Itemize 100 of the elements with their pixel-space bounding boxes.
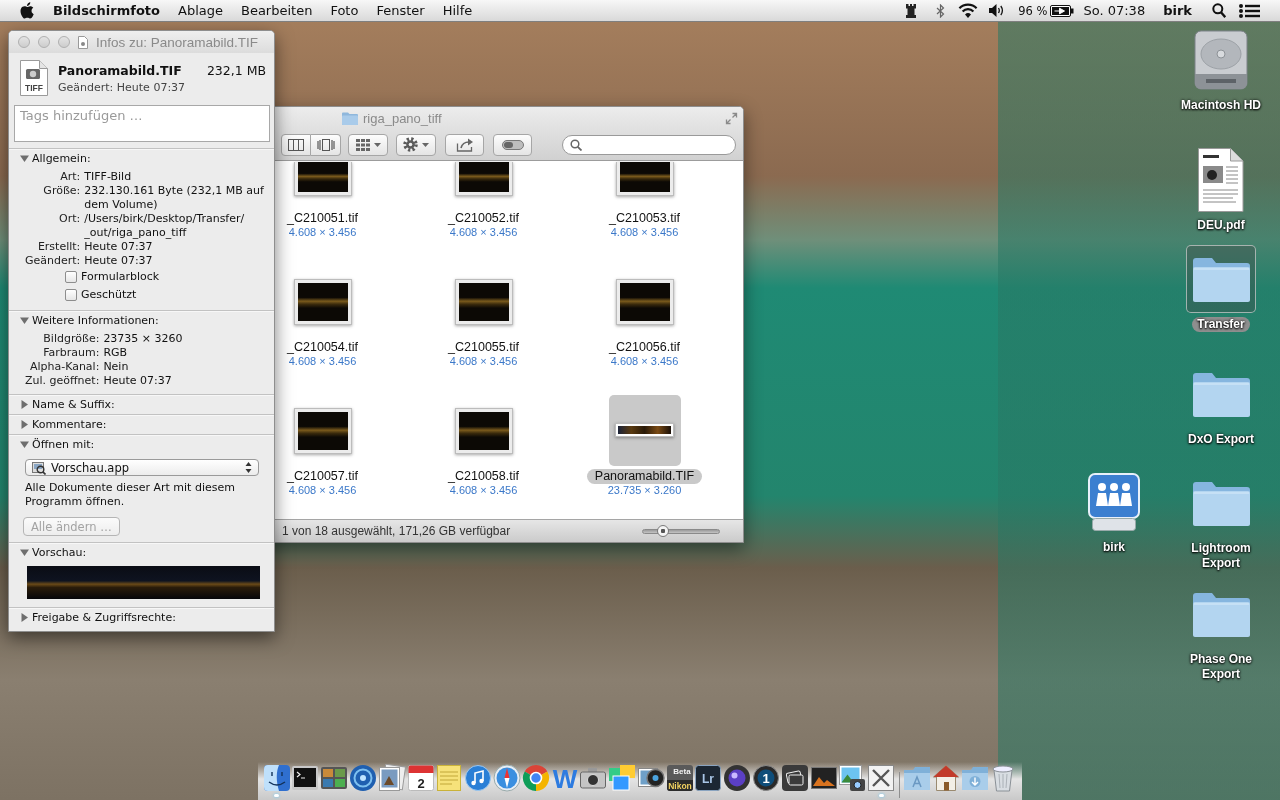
search-field[interactable] (562, 134, 736, 155)
slider-thumb[interactable] (656, 524, 669, 537)
action-button[interactable] (396, 133, 436, 156)
file-name[interactable]: _C210054.tif (279, 340, 366, 355)
photo-stack-icon[interactable] (377, 764, 406, 792)
list-icon[interactable] (1239, 3, 1260, 18)
cover-flow-button[interactable] (311, 133, 341, 156)
section-title[interactable]: Name & Suffix: (32, 398, 115, 411)
number-disc-icon[interactable]: 1 (752, 764, 781, 792)
icon-label[interactable]: DEU.pdf (1192, 218, 1250, 233)
checkbox[interactable] (65, 289, 77, 301)
checkbox-label[interactable]: Formularblock (81, 270, 160, 284)
icon-size-slider[interactable] (642, 528, 720, 534)
app-menu[interactable]: Bildschirmfoto (44, 0, 169, 21)
compass-icon[interactable] (492, 764, 521, 792)
file-name[interactable]: _C210052.tif (440, 211, 527, 226)
tags-field[interactable]: Tags hinzufügen … (14, 105, 270, 142)
photo-thumbnail[interactable] (454, 162, 513, 196)
menu-item[interactable]: Ablage (169, 0, 232, 21)
icon-label[interactable]: birk (1098, 540, 1130, 555)
ring-disc-icon[interactable] (348, 764, 377, 792)
terminal-icon[interactable] (291, 764, 320, 792)
arrange-button[interactable] (348, 133, 388, 156)
lens-icon[interactable] (723, 764, 752, 792)
photo-thumbnail[interactable] (454, 408, 513, 454)
battery-percentage[interactable]: 96 % (1018, 3, 1048, 18)
icon-label[interactable]: Lightroom Export (1173, 541, 1269, 571)
disclosure-triangle-icon[interactable] (20, 613, 29, 622)
apps-folder-icon[interactable] (903, 764, 932, 792)
section-title[interactable]: Kommentare: (32, 418, 107, 431)
photo-camera-icon[interactable] (838, 764, 867, 792)
section-title[interactable]: Allgemein: (32, 152, 91, 165)
menu-item[interactable]: Fenster (367, 0, 434, 21)
people-icon[interactable] (1088, 473, 1140, 531)
face-tile-icon[interactable] (262, 764, 291, 792)
file-name[interactable]: _C210057.tif (279, 469, 366, 484)
photo-thumbnail[interactable] (615, 162, 674, 196)
updown-arrows-icon (245, 462, 252, 473)
search-icon[interactable] (1212, 3, 1226, 18)
letter-tile-icon[interactable]: Lr (694, 764, 723, 792)
file-name[interactable]: _C210053.tif (601, 211, 688, 226)
checkbox[interactable] (65, 271, 77, 283)
tags-button[interactable] (493, 133, 532, 156)
file-name[interactable]: Panoramabild.TIF (586, 469, 703, 484)
section-title[interactable]: Vorschau: (32, 546, 87, 559)
file-name[interactable]: _C210055.tif (440, 340, 527, 355)
photo-thumbnail[interactable] (615, 279, 674, 325)
share-button[interactable] (445, 133, 484, 156)
music-note-icon[interactable] (464, 764, 493, 792)
landscape-photo-icon[interactable] (809, 764, 838, 792)
clock[interactable]: So. 07:38 (1083, 3, 1146, 18)
field-label: Größe: (42, 184, 81, 199)
crossed-tools-icon[interactable] (867, 764, 896, 792)
column-view-button[interactable] (281, 133, 311, 156)
icon-label[interactable]: Macintosh HD (1176, 98, 1266, 113)
document-icon[interactable] (1198, 148, 1244, 212)
bluetooth-icon[interactable] (936, 3, 946, 18)
checkbox-label[interactable]: Geschützt (81, 288, 137, 302)
fullscreen-arrows-icon[interactable] (725, 111, 738, 125)
app-popup[interactable]: Vorschau.app (25, 459, 259, 476)
image-dimensions: 4.608 × 3.456 (288, 226, 357, 239)
photo-grid-icon[interactable] (320, 764, 349, 792)
photo-thumbnail[interactable] (293, 408, 352, 454)
calendar-icon[interactable]: 2 (406, 764, 435, 792)
file-name[interactable]: _C210056.tif (601, 340, 688, 355)
grid-icon (355, 138, 370, 151)
notepad-icon[interactable] (435, 764, 464, 792)
card-stack-icon[interactable] (780, 764, 809, 792)
section-title[interactable]: Öffnen mit: (32, 438, 95, 451)
disclosure-triangle-icon[interactable] (20, 154, 29, 163)
hard-drive-icon[interactable] (1194, 30, 1248, 90)
panorama-thumbnail[interactable] (615, 423, 674, 437)
disclosure-triangle-icon[interactable] (20, 420, 29, 429)
icon-label[interactable]: Phase One Export (1173, 652, 1269, 682)
menu-item[interactable]: Hilfe (433, 0, 482, 21)
icon-label[interactable]: DxO Export (1183, 432, 1259, 447)
color-wheel-icon[interactable] (521, 764, 550, 792)
menu-item[interactable]: Bearbeiten (231, 0, 322, 21)
field-label: Erstellt: (36, 240, 81, 254)
menu-item[interactable]: Foto (321, 0, 368, 21)
file-name[interactable]: _C210058.tif (440, 469, 527, 484)
section-title[interactable]: Weitere Informationen: (32, 314, 159, 327)
disclosure-triangle-icon[interactable] (20, 548, 29, 557)
file-name[interactable]: _C210051.tif (279, 211, 366, 226)
disclosure-triangle-icon[interactable] (20, 440, 29, 449)
photo-thumbnail[interactable] (293, 279, 352, 325)
disclosure-triangle-icon[interactable] (20, 400, 29, 409)
user-menu[interactable]: birk (1163, 3, 1192, 18)
speaker-icon[interactable] (989, 4, 1005, 17)
labeled-tile-icon[interactable]: Beta Nikon (665, 764, 694, 792)
apple-logo-icon[interactable] (20, 2, 34, 19)
field-value: 23735 × 3260 (103, 332, 184, 346)
wifi-icon[interactable] (958, 3, 979, 18)
disclosure-triangle-icon[interactable] (20, 316, 29, 325)
battery-charging-icon[interactable] (1050, 4, 1075, 17)
section-title[interactable]: Freigabe & Zugriffsrechte: (32, 611, 176, 624)
photo-thumbnail[interactable] (454, 279, 513, 325)
rook-icon[interactable] (906, 3, 917, 18)
photo-thumbnail[interactable] (293, 162, 352, 196)
house-icon[interactable] (931, 764, 960, 792)
